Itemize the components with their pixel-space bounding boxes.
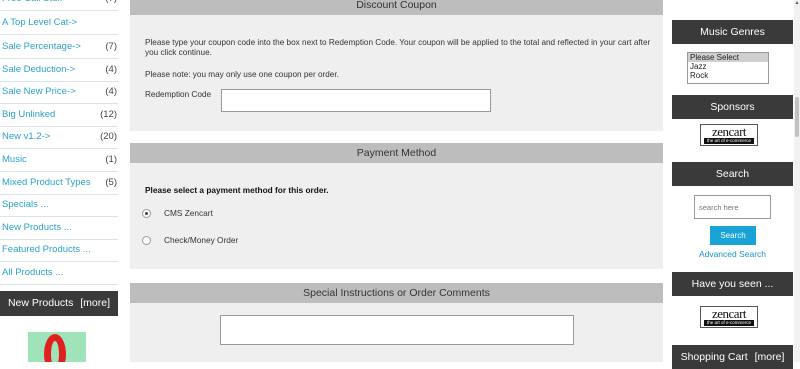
category-label: Music [2,154,27,165]
category-label: All Products ... [2,267,64,278]
genre-option[interactable]: Jazz [688,62,768,71]
coupon-instructions: Please type your coupon code into the bo… [145,38,651,57]
category-count: (1) [105,154,117,165]
category-label: Mixed Product Types [2,177,91,188]
category-count: (5) [105,177,117,188]
radio-unselected-icon[interactable] [142,236,151,245]
coupon-note: Please note: you may only use one coupon… [145,70,339,79]
genre-option[interactable]: Please Select [688,53,768,62]
category-item[interactable]: Mixed Product Types (5) [0,172,118,195]
category-count: (12) [100,109,117,120]
category-item[interactable]: Sale New Price-> (4) [0,81,118,104]
category-label: Sale Deduction-> [2,64,76,75]
category-item[interactable]: All Products ... [0,262,118,285]
zencart-logo[interactable]: zencart the art of e-commerce [700,306,758,328]
payment-option-label: CMS Zencart [164,208,213,218]
product-image-graphic [44,334,66,362]
advanced-search-link[interactable]: Advanced Search [672,249,793,259]
discount-coupon-header: Discount Coupon [130,0,663,15]
order-comments-textarea[interactable] [220,315,574,345]
category-item[interactable]: Featured Products ... [0,239,118,262]
order-comments-header: Special Instructions or Order Comments [130,283,663,303]
category-count: (4) [105,64,117,75]
category-item[interactable]: A Top Level Cat-> [0,12,118,35]
new-products-title: New Products [7,297,74,309]
category-label: Free Call Stuff [2,0,63,10]
new-products-more-link[interactable]: [more] [80,297,110,309]
category-item[interactable]: New v1.2-> (20) [0,126,118,149]
zencart-logo-tagline: the art of e-commerce [704,138,754,144]
category-label: A Top Level Cat-> [2,17,78,28]
category-count: (20) [100,131,117,142]
zencart-logo-name: zencart [711,306,747,321]
category-label: New v1.2-> [2,131,51,142]
music-genre-select[interactable]: Please Select Jazz Rock [687,52,769,84]
discount-coupon-panel: Discount Coupon Please type your coupon … [130,0,663,131]
zencart-logo-name: zencart [711,124,747,139]
category-item[interactable]: Big Unlinked (12) [0,104,118,127]
category-item[interactable]: Free Call Stuff (7) [0,0,118,11]
search-input[interactable] [694,195,771,219]
category-count: (4) [105,86,117,97]
redemption-code-input[interactable] [221,89,491,112]
zencart-logo[interactable]: zencart the art of e-commerce [700,124,758,146]
shopping-cart-more-link[interactable]: [more] [755,351,785,363]
category-item[interactable]: Music (1) [0,149,118,172]
category-label: Sale New Price-> [2,86,76,97]
radio-selected-icon[interactable] [142,209,151,218]
category-label: Sale Percentage-> [2,41,81,52]
category-count: (7) [105,0,117,10]
payment-method-prompt: Please select a payment method for this … [145,185,329,195]
right-sidebar: Music Genres Please Select Jazz Rock Spo… [672,0,793,369]
music-genres-header: Music Genres [672,20,793,44]
sponsors-header: Sponsors [672,95,793,119]
category-label: New Products ... [2,222,72,233]
category-item[interactable]: Sale Percentage-> (7) [0,36,118,59]
product-thumbnail[interactable] [28,332,86,362]
order-comments-panel: Special Instructions or Order Comments [130,283,663,362]
category-label: Specials ... [2,199,49,210]
page-scrollbar[interactable]: ▲ [794,0,800,362]
scrollbar-thumb[interactable] [795,97,799,137]
category-item[interactable]: New Products ... [0,217,118,240]
payment-method-header: Payment Method [130,143,663,163]
category-count: (7) [105,41,117,52]
category-item[interactable]: Specials ... [0,194,118,217]
shopping-cart-header: Shopping Cart [more] [672,345,793,369]
checkout-main: Discount Coupon Please type your coupon … [130,0,663,362]
category-label: Featured Products ... [2,244,91,255]
shopping-cart-title: Shopping Cart [680,351,748,363]
search-header: Search [672,162,793,186]
search-button[interactable]: Search [710,226,756,245]
genre-option[interactable]: Rock [688,71,768,80]
scroll-up-arrow-icon[interactable]: ▲ [794,0,800,6]
payment-option-label: Check/Money Order [164,235,239,245]
have-you-seen-header: Have you seen ... [672,272,793,296]
new-products-header: New Products [more] [0,291,118,316]
redemption-code-label: Redemption Code [145,90,211,99]
zencart-logo-tagline: the art of e-commerce [704,320,754,326]
category-item[interactable]: Sale Deduction-> (4) [0,59,118,82]
category-label: Big Unlinked [2,109,56,120]
category-sidebar: Free Call Stuff (7) A Top Level Cat-> Sa… [0,0,118,362]
